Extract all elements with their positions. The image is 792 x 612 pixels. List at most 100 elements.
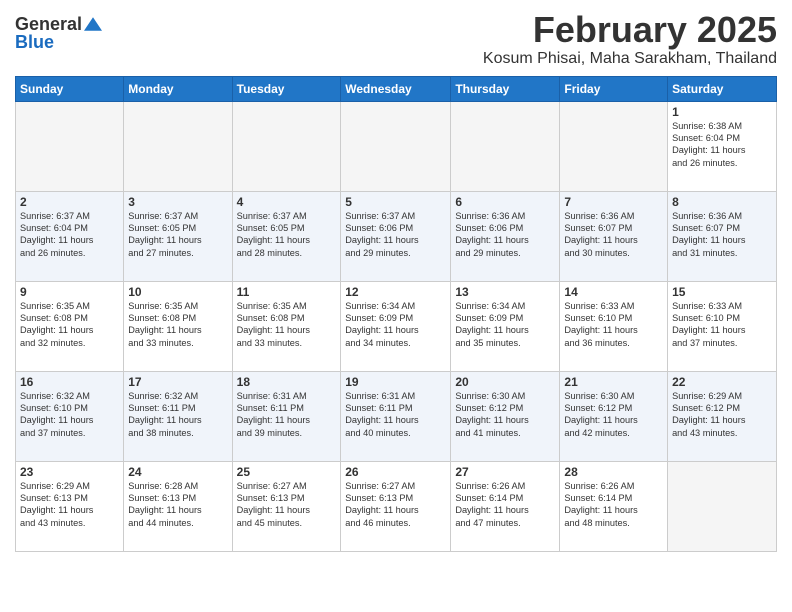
day-number: 14: [564, 285, 663, 299]
day-info: Sunrise: 6:33 AM Sunset: 6:10 PM Dayligh…: [672, 300, 772, 350]
day-info: Sunrise: 6:28 AM Sunset: 6:13 PM Dayligh…: [128, 480, 227, 530]
calendar-cell: 14Sunrise: 6:33 AM Sunset: 6:10 PM Dayli…: [560, 281, 668, 371]
calendar-week-row: 23Sunrise: 6:29 AM Sunset: 6:13 PM Dayli…: [16, 461, 777, 551]
calendar-cell: 19Sunrise: 6:31 AM Sunset: 6:11 PM Dayli…: [341, 371, 451, 461]
calendar-cell: 28Sunrise: 6:26 AM Sunset: 6:14 PM Dayli…: [560, 461, 668, 551]
calendar-cell: 24Sunrise: 6:28 AM Sunset: 6:13 PM Dayli…: [124, 461, 232, 551]
month-title: February 2025: [483, 10, 777, 50]
day-info: Sunrise: 6:35 AM Sunset: 6:08 PM Dayligh…: [237, 300, 337, 350]
calendar-header-row: SundayMondayTuesdayWednesdayThursdayFrid…: [16, 76, 777, 101]
calendar-cell: 13Sunrise: 6:34 AM Sunset: 6:09 PM Dayli…: [451, 281, 560, 371]
calendar-cell: 4Sunrise: 6:37 AM Sunset: 6:05 PM Daylig…: [232, 191, 341, 281]
day-info: Sunrise: 6:37 AM Sunset: 6:05 PM Dayligh…: [237, 210, 337, 260]
location-title: Kosum Phisai, Maha Sarakham, Thailand: [483, 50, 777, 68]
calendar-cell: [451, 101, 560, 191]
day-info: Sunrise: 6:33 AM Sunset: 6:10 PM Dayligh…: [564, 300, 663, 350]
calendar-cell: 11Sunrise: 6:35 AM Sunset: 6:08 PM Dayli…: [232, 281, 341, 371]
logo-blue-text: Blue: [15, 33, 54, 51]
day-number: 3: [128, 195, 227, 209]
logo: General Blue: [15, 10, 102, 51]
calendar-cell: 9Sunrise: 6:35 AM Sunset: 6:08 PM Daylig…: [16, 281, 124, 371]
day-number: 21: [564, 375, 663, 389]
day-number: 1: [672, 105, 772, 119]
day-number: 2: [20, 195, 119, 209]
calendar-week-row: 9Sunrise: 6:35 AM Sunset: 6:08 PM Daylig…: [16, 281, 777, 371]
calendar-cell: 18Sunrise: 6:31 AM Sunset: 6:11 PM Dayli…: [232, 371, 341, 461]
day-info: Sunrise: 6:26 AM Sunset: 6:14 PM Dayligh…: [455, 480, 555, 530]
calendar-cell: 25Sunrise: 6:27 AM Sunset: 6:13 PM Dayli…: [232, 461, 341, 551]
calendar-cell: [668, 461, 777, 551]
day-info: Sunrise: 6:38 AM Sunset: 6:04 PM Dayligh…: [672, 120, 772, 170]
calendar-cell: 15Sunrise: 6:33 AM Sunset: 6:10 PM Dayli…: [668, 281, 777, 371]
day-number: 18: [237, 375, 337, 389]
day-info: Sunrise: 6:27 AM Sunset: 6:13 PM Dayligh…: [237, 480, 337, 530]
day-info: Sunrise: 6:35 AM Sunset: 6:08 PM Dayligh…: [20, 300, 119, 350]
day-number: 9: [20, 285, 119, 299]
calendar-cell: 6Sunrise: 6:36 AM Sunset: 6:06 PM Daylig…: [451, 191, 560, 281]
calendar-header-friday: Friday: [560, 76, 668, 101]
calendar-header-wednesday: Wednesday: [341, 76, 451, 101]
calendar-cell: 2Sunrise: 6:37 AM Sunset: 6:04 PM Daylig…: [16, 191, 124, 281]
day-info: Sunrise: 6:36 AM Sunset: 6:06 PM Dayligh…: [455, 210, 555, 260]
day-number: 10: [128, 285, 227, 299]
calendar-cell: [232, 101, 341, 191]
day-number: 12: [345, 285, 446, 299]
page: General Blue February 2025 Kosum Phisai,…: [0, 0, 792, 567]
calendar-cell: 3Sunrise: 6:37 AM Sunset: 6:05 PM Daylig…: [124, 191, 232, 281]
day-number: 19: [345, 375, 446, 389]
calendar-week-row: 16Sunrise: 6:32 AM Sunset: 6:10 PM Dayli…: [16, 371, 777, 461]
calendar-cell: 1Sunrise: 6:38 AM Sunset: 6:04 PM Daylig…: [668, 101, 777, 191]
calendar-week-row: 2Sunrise: 6:37 AM Sunset: 6:04 PM Daylig…: [16, 191, 777, 281]
day-number: 16: [20, 375, 119, 389]
calendar-week-row: 1Sunrise: 6:38 AM Sunset: 6:04 PM Daylig…: [16, 101, 777, 191]
logo-icon: [84, 17, 102, 31]
calendar-header-thursday: Thursday: [451, 76, 560, 101]
day-info: Sunrise: 6:30 AM Sunset: 6:12 PM Dayligh…: [564, 390, 663, 440]
calendar-cell: 22Sunrise: 6:29 AM Sunset: 6:12 PM Dayli…: [668, 371, 777, 461]
day-number: 25: [237, 465, 337, 479]
day-number: 11: [237, 285, 337, 299]
day-info: Sunrise: 6:31 AM Sunset: 6:11 PM Dayligh…: [345, 390, 446, 440]
calendar-cell: 8Sunrise: 6:36 AM Sunset: 6:07 PM Daylig…: [668, 191, 777, 281]
day-number: 7: [564, 195, 663, 209]
day-number: 23: [20, 465, 119, 479]
title-area: February 2025 Kosum Phisai, Maha Sarakha…: [483, 10, 777, 68]
calendar-cell: 26Sunrise: 6:27 AM Sunset: 6:13 PM Dayli…: [341, 461, 451, 551]
calendar: SundayMondayTuesdayWednesdayThursdayFrid…: [15, 76, 777, 552]
day-info: Sunrise: 6:30 AM Sunset: 6:12 PM Dayligh…: [455, 390, 555, 440]
calendar-header-saturday: Saturday: [668, 76, 777, 101]
day-info: Sunrise: 6:37 AM Sunset: 6:06 PM Dayligh…: [345, 210, 446, 260]
calendar-cell: [16, 101, 124, 191]
day-number: 24: [128, 465, 227, 479]
calendar-cell: [124, 101, 232, 191]
day-info: Sunrise: 6:29 AM Sunset: 6:13 PM Dayligh…: [20, 480, 119, 530]
calendar-cell: 21Sunrise: 6:30 AM Sunset: 6:12 PM Dayli…: [560, 371, 668, 461]
day-number: 28: [564, 465, 663, 479]
day-info: Sunrise: 6:31 AM Sunset: 6:11 PM Dayligh…: [237, 390, 337, 440]
calendar-cell: 10Sunrise: 6:35 AM Sunset: 6:08 PM Dayli…: [124, 281, 232, 371]
day-number: 8: [672, 195, 772, 209]
calendar-cell: [341, 101, 451, 191]
day-number: 17: [128, 375, 227, 389]
calendar-cell: 27Sunrise: 6:26 AM Sunset: 6:14 PM Dayli…: [451, 461, 560, 551]
day-info: Sunrise: 6:29 AM Sunset: 6:12 PM Dayligh…: [672, 390, 772, 440]
day-number: 4: [237, 195, 337, 209]
calendar-cell: 23Sunrise: 6:29 AM Sunset: 6:13 PM Dayli…: [16, 461, 124, 551]
day-info: Sunrise: 6:32 AM Sunset: 6:10 PM Dayligh…: [20, 390, 119, 440]
day-number: 26: [345, 465, 446, 479]
day-info: Sunrise: 6:34 AM Sunset: 6:09 PM Dayligh…: [455, 300, 555, 350]
day-number: 22: [672, 375, 772, 389]
day-info: Sunrise: 6:35 AM Sunset: 6:08 PM Dayligh…: [128, 300, 227, 350]
day-number: 27: [455, 465, 555, 479]
day-info: Sunrise: 6:34 AM Sunset: 6:09 PM Dayligh…: [345, 300, 446, 350]
day-number: 13: [455, 285, 555, 299]
day-info: Sunrise: 6:27 AM Sunset: 6:13 PM Dayligh…: [345, 480, 446, 530]
calendar-cell: 5Sunrise: 6:37 AM Sunset: 6:06 PM Daylig…: [341, 191, 451, 281]
calendar-header-sunday: Sunday: [16, 76, 124, 101]
day-info: Sunrise: 6:37 AM Sunset: 6:04 PM Dayligh…: [20, 210, 119, 260]
calendar-header-monday: Monday: [124, 76, 232, 101]
calendar-cell: 20Sunrise: 6:30 AM Sunset: 6:12 PM Dayli…: [451, 371, 560, 461]
day-info: Sunrise: 6:36 AM Sunset: 6:07 PM Dayligh…: [564, 210, 663, 260]
header: General Blue February 2025 Kosum Phisai,…: [15, 10, 777, 68]
day-number: 6: [455, 195, 555, 209]
